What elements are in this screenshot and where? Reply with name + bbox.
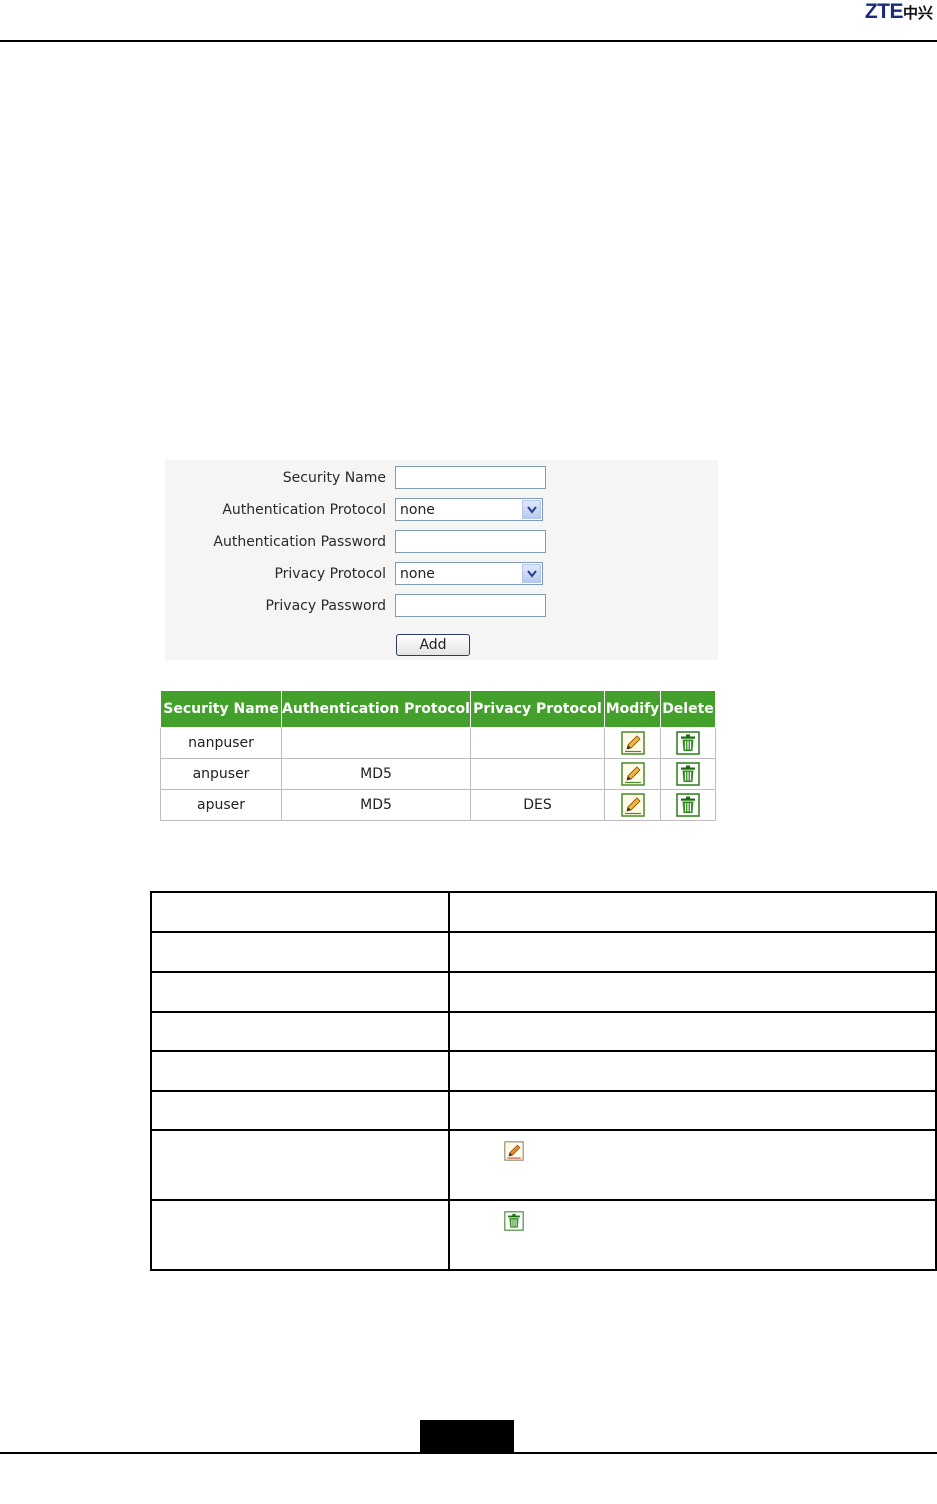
cell-modify (604, 727, 661, 759)
desc-row (150, 931, 937, 973)
zte-logo: ZTE中兴 (865, 0, 933, 24)
auth-password-label: Authentication Password (213, 534, 386, 550)
pencil-edit-icon[interactable] (620, 793, 645, 817)
cell-auth-protocol (281, 727, 471, 759)
pencil-edit-icon[interactable] (620, 762, 645, 786)
desc-cell (150, 891, 450, 933)
cell-auth-protocol: MD5 (281, 789, 471, 821)
pencil-edit-icon (504, 1141, 524, 1161)
desc-cell (448, 931, 937, 973)
privacy-password-label: Privacy Password (265, 598, 386, 614)
footer-rule (0, 1452, 937, 1454)
desc-cell (150, 1050, 450, 1092)
desc-cell (150, 1090, 450, 1131)
trash-delete-icon[interactable] (676, 793, 700, 817)
add-button[interactable]: Add (396, 634, 470, 656)
desc-cell (448, 891, 937, 933)
security-name-input[interactable] (395, 466, 546, 489)
cell-security-name: apuser (160, 789, 282, 821)
desc-cell (448, 1011, 937, 1052)
desc-cell (150, 1199, 450, 1271)
page-number-tab (420, 1420, 514, 1453)
desc-cell (150, 1129, 450, 1201)
desc-cell (448, 1090, 937, 1131)
col-privacy-protocol: Privacy Protocol (470, 690, 605, 728)
col-auth-protocol: Authentication Protocol (281, 690, 471, 728)
desc-cell (448, 1050, 937, 1092)
auth-protocol-label: Authentication Protocol (222, 502, 386, 518)
desc-cell (150, 1011, 450, 1052)
desc-row (150, 971, 937, 1013)
snmp-user-form: Security Name Authentication Protocol no… (165, 460, 718, 660)
desc-cell (448, 1129, 937, 1201)
privacy-protocol-row: Privacy Protocol none (165, 562, 718, 588)
cell-delete (660, 727, 716, 759)
table-header-row: Security Name Authentication Protocol Pr… (160, 690, 716, 728)
chevron-down-icon[interactable] (522, 500, 541, 519)
security-name-label: Security Name (282, 470, 386, 486)
cell-privacy-protocol (470, 758, 605, 790)
cell-privacy-protocol: DES (470, 789, 605, 821)
desc-row (150, 1199, 937, 1271)
desc-row (150, 1090, 937, 1131)
header-rule (0, 40, 937, 42)
auth-password-input[interactable] (395, 530, 546, 553)
cell-privacy-protocol (470, 727, 605, 759)
table-row: anpuser MD5 (160, 758, 716, 790)
col-modify: Modify (604, 690, 661, 728)
parameter-description-table (150, 891, 937, 1271)
auth-protocol-row: Authentication Protocol none (165, 498, 718, 524)
chevron-down-icon[interactable] (522, 564, 541, 583)
privacy-password-row: Privacy Password (165, 594, 718, 620)
privacy-protocol-value: none (400, 566, 435, 582)
snmp-user-table: Security Name Authentication Protocol Pr… (160, 690, 716, 821)
col-delete: Delete (660, 690, 716, 728)
cell-delete (660, 789, 716, 821)
cell-delete (660, 758, 716, 790)
cell-security-name: anpuser (160, 758, 282, 790)
auth-password-row: Authentication Password (165, 530, 718, 556)
desc-cell (448, 1199, 937, 1271)
pencil-edit-icon[interactable] (620, 731, 645, 755)
desc-header-row (150, 891, 937, 933)
table-row: nanpuser (160, 727, 716, 759)
cell-auth-protocol: MD5 (281, 758, 471, 790)
cell-modify (604, 758, 661, 790)
cell-modify (604, 789, 661, 821)
trash-delete-icon (504, 1211, 524, 1231)
privacy-protocol-label: Privacy Protocol (274, 566, 386, 582)
desc-cell (150, 931, 450, 973)
desc-row (150, 1050, 937, 1092)
privacy-password-input[interactable] (395, 594, 546, 617)
auth-protocol-select[interactable]: none (395, 498, 543, 521)
auth-protocol-value: none (400, 502, 435, 518)
desc-cell (448, 971, 937, 1013)
privacy-protocol-select[interactable]: none (395, 562, 543, 585)
security-name-row: Security Name (165, 466, 718, 492)
table-row: apuser MD5 DES (160, 789, 716, 821)
logo-cn: 中兴 (902, 4, 933, 22)
logo-latin: ZTE (864, 0, 904, 23)
cell-security-name: nanpuser (160, 727, 282, 759)
desc-row (150, 1129, 937, 1201)
desc-row (150, 1011, 937, 1052)
col-security-name: Security Name (160, 690, 282, 728)
trash-delete-icon[interactable] (676, 762, 700, 786)
desc-cell (150, 971, 450, 1013)
trash-delete-icon[interactable] (676, 731, 700, 755)
